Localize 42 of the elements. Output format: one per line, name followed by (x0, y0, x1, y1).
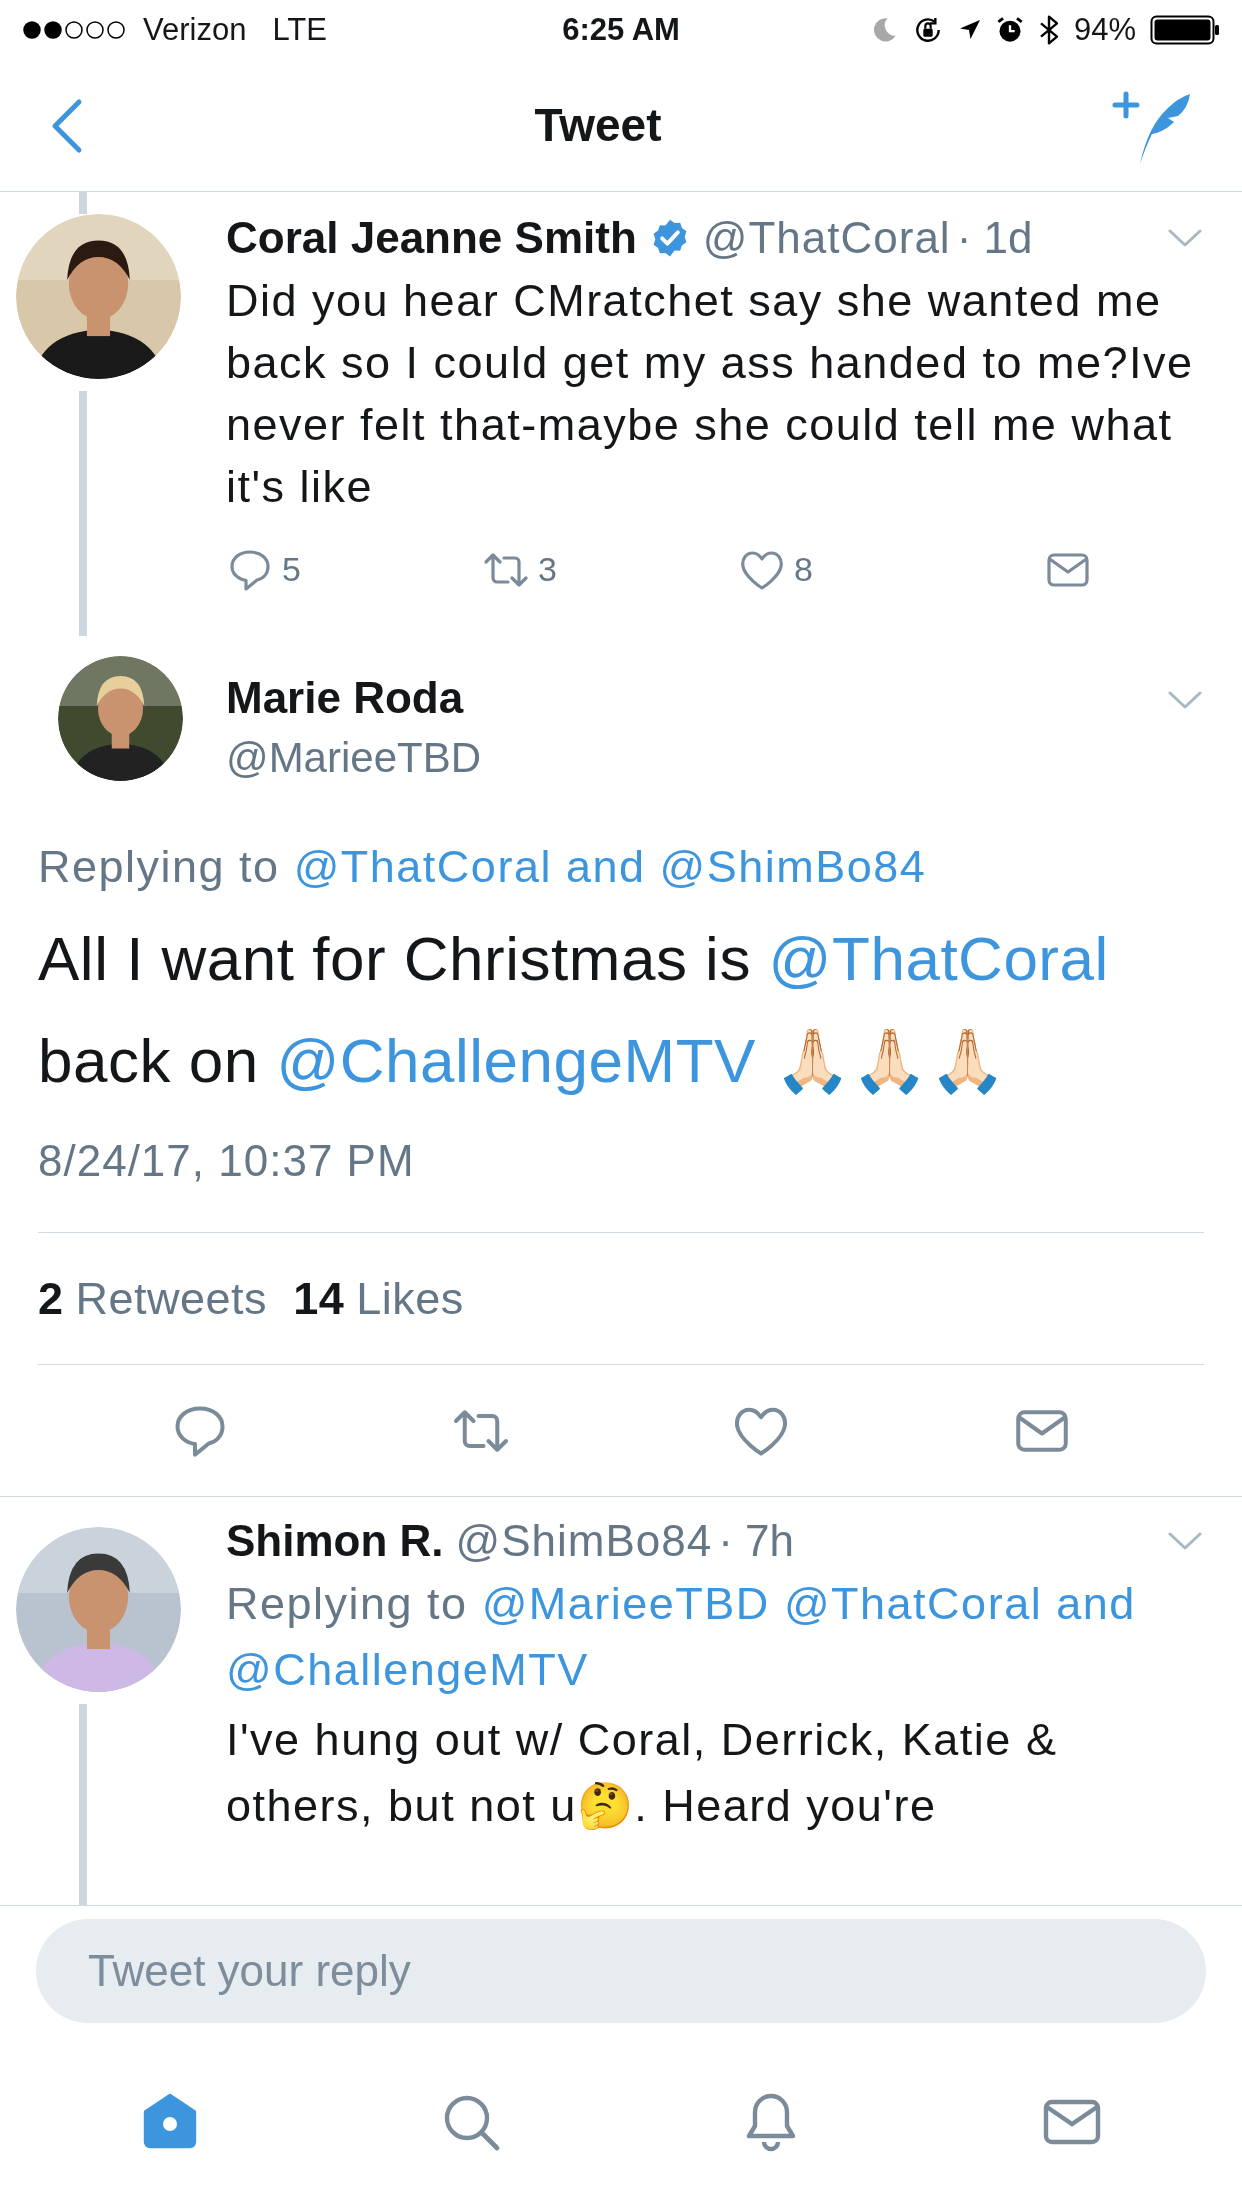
page-title: Tweet (534, 98, 662, 153)
replying-to-text: Replying to @ThatCoral and @ShimBo84 (38, 840, 928, 894)
tweet-text: Did you hear CMratchet say she wanted me back so I could get my ass handed to me?Ive never felt that-maybe she could tell me what it's like (226, 274, 1195, 514)
alarm-clock-icon (995, 16, 1024, 44)
stat-label[interactable]: Retweets (75, 1264, 268, 1333)
network-type: LTE (272, 10, 327, 49)
action-count: 5 (282, 549, 301, 590)
mention-link[interactable]: @ThatCoral and @ShimBo84 (293, 841, 927, 892)
replying-to-text: Replying to @MarieeTBD @ThatCoral and @ChallengeMTV (226, 1577, 1137, 1697)
mention-link[interactable]: @MarieeTBD (481, 1578, 770, 1629)
author-handle: @MarieeTBD (226, 733, 482, 783)
mention-link[interactable]: @ThatCoral and (783, 1578, 1136, 1629)
action-count: 8 (794, 549, 813, 590)
tweet-age: · 7h (718, 1515, 795, 1567)
chevron-down-icon[interactable] (1168, 1531, 1202, 1551)
tweet-text: I've hung out w/ Coral, Derrick, Katie & others, but not u🤔. Heard you're (226, 1713, 1059, 1833)
back-icon[interactable] (50, 97, 84, 154)
action-count: 3 (538, 549, 557, 590)
mention-link[interactable]: @ThatCoral (768, 924, 1109, 993)
location-arrow-icon (957, 18, 982, 42)
author-name: Marie Roda (226, 672, 465, 724)
stat-count: 14 (293, 1271, 345, 1326)
reply-input-field[interactable]: Tweet your reply (36, 1919, 1206, 2023)
battery-icon (1150, 15, 1220, 45)
author-name: Shimon R. (226, 1515, 444, 1567)
stat-count: 2 (38, 1271, 64, 1326)
stat-label[interactable]: Likes (356, 1264, 464, 1333)
tweet-text: All I want for Christmas is @ThatCoral back on @ChallengeMTV 🙏🏻🙏🏻🙏🏻 (38, 923, 1110, 1097)
carrier-name: Verizon (143, 10, 247, 49)
mention-link[interactable]: @ChallengeMTV (226, 1644, 589, 1695)
author-handle: @ShimBo84 (455, 1515, 713, 1567)
chevron-down-icon[interactable] (1168, 228, 1202, 248)
battery-percentage: 94% (1073, 10, 1136, 49)
author-name: Coral Jeanne Smith (226, 212, 637, 264)
mention-link[interactable]: @ChallengeMTV (276, 1026, 756, 1095)
bluetooth-icon (1037, 14, 1060, 46)
signal-strength-icon (22, 20, 127, 40)
author-handle: @ThatCoral (702, 212, 951, 264)
clock-time: 6:25 AM (561, 10, 681, 49)
chevron-down-icon[interactable] (1168, 690, 1202, 710)
tweet-timestamp: 8/24/17, 10:37 PM (38, 1128, 1204, 1233)
tweet-age: · 1d (956, 212, 1033, 264)
